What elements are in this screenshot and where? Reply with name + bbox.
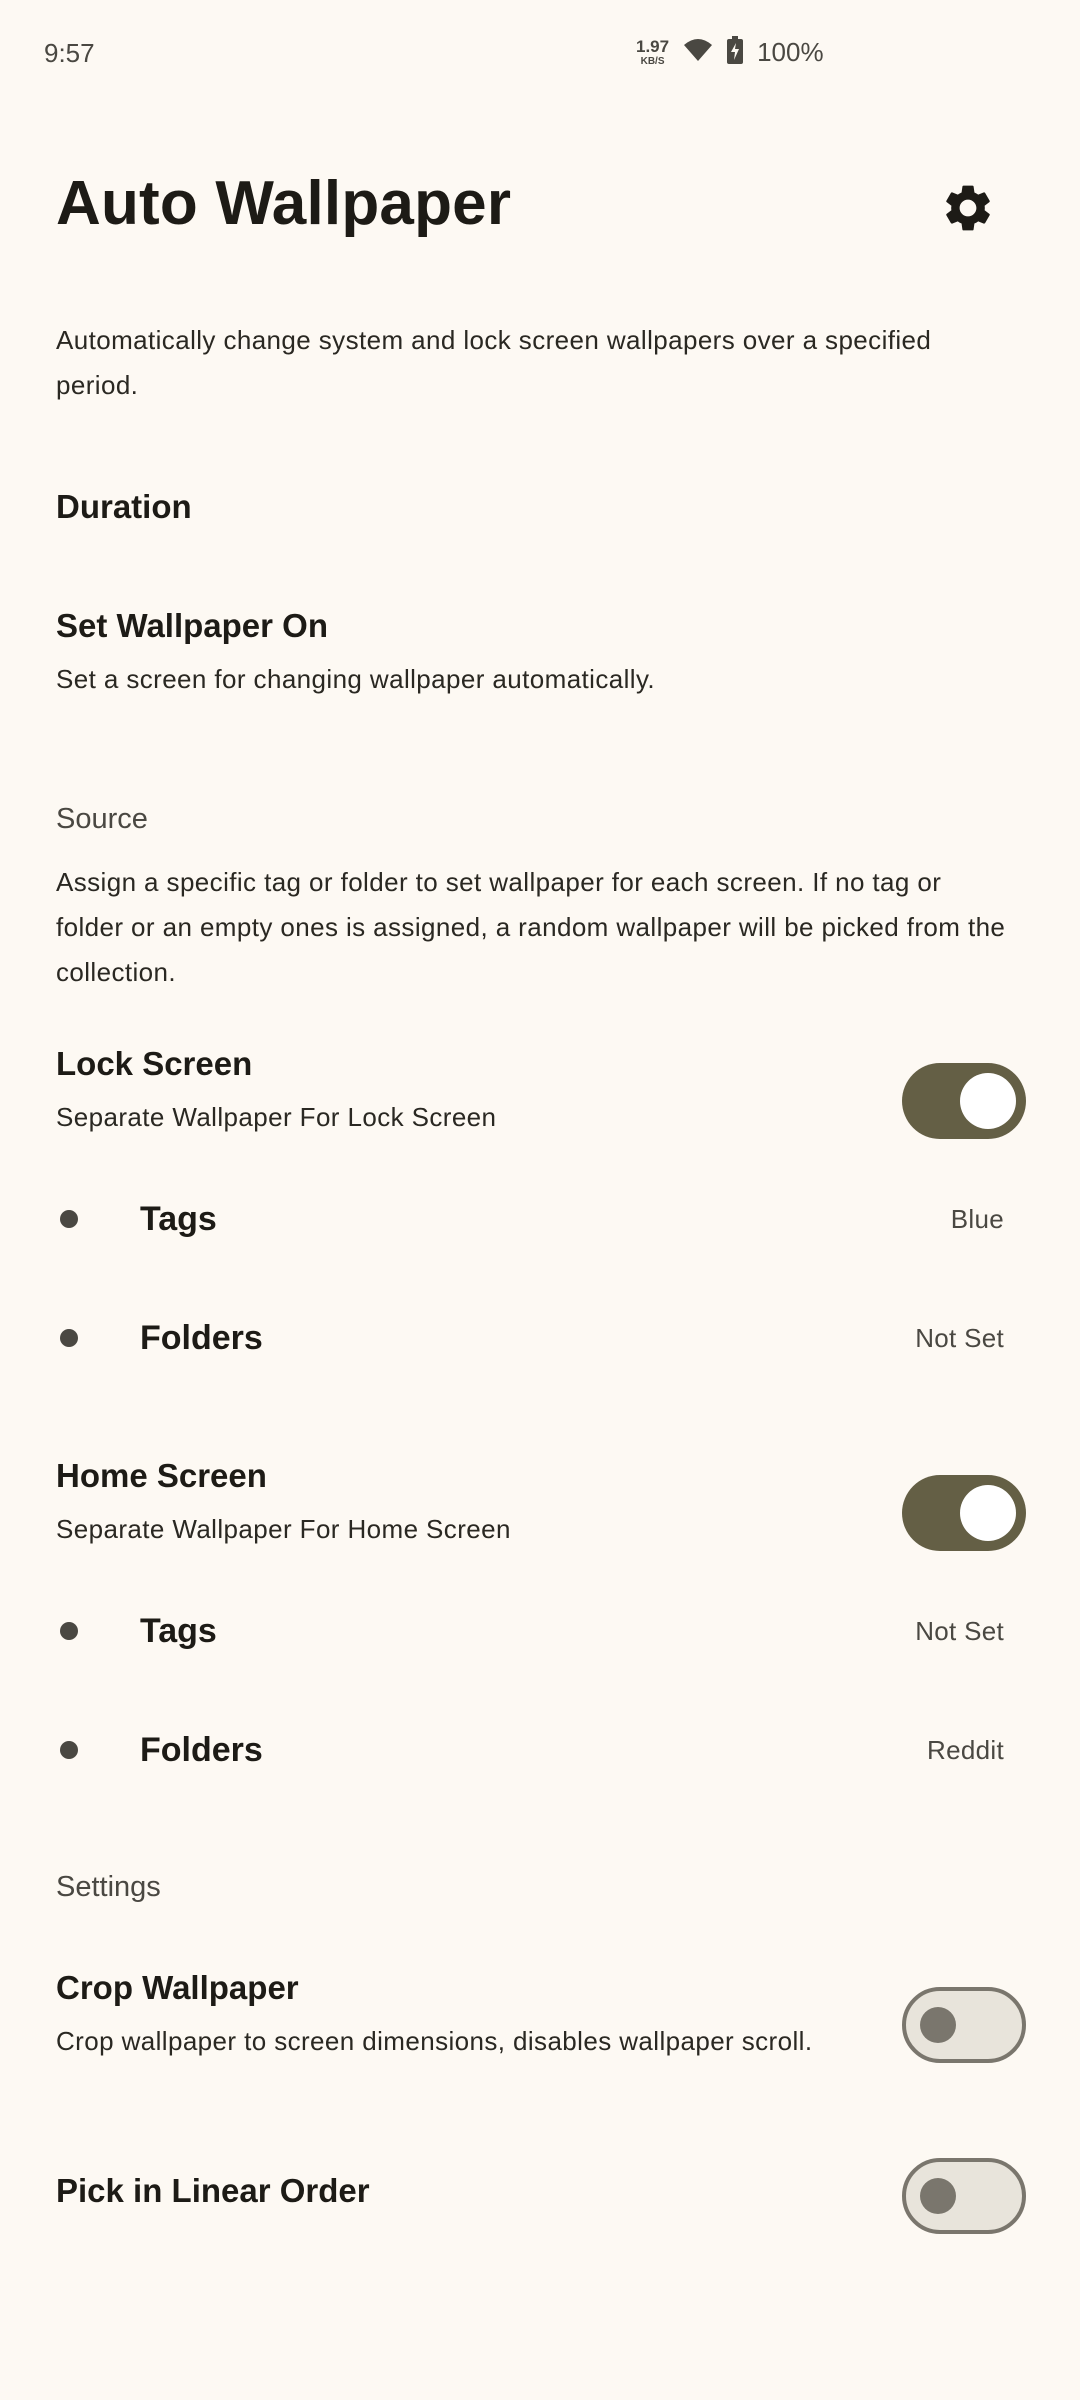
lock-screen-tags-value[interactable]: Blue (951, 1204, 1004, 1235)
source-section-header: Source (56, 803, 148, 835)
status-icons: 1.97 KB/S 100% (636, 36, 824, 69)
toggle-knob (920, 2178, 956, 2214)
network-speed: 1.97 KB/S (636, 38, 669, 67)
settings-section-header: Settings (56, 1871, 161, 1903)
source-description: Assign a specific tag or folder to set w… (56, 867, 1006, 987)
toggle-knob (960, 1485, 1016, 1541)
lock-screen-toggle[interactable] (902, 1063, 1026, 1139)
crop-wallpaper-toggle[interactable] (902, 1987, 1026, 2063)
crop-wallpaper-subtitle: Crop wallpaper to screen dimensions, dis… (56, 2026, 813, 2056)
lock-screen-tags-label[interactable]: Tags (140, 1200, 217, 1239)
lock-screen-folders-value[interactable]: Not Set (915, 1323, 1004, 1354)
duration-setting[interactable]: Duration (56, 488, 192, 526)
bullet-icon (60, 1329, 78, 1347)
linear-order-title: Pick in Linear Order (56, 2172, 370, 2209)
home-screen-folders-label[interactable]: Folders (140, 1731, 263, 1770)
crop-wallpaper-title: Crop Wallpaper (56, 1969, 299, 2006)
status-time: 9:57 (44, 38, 95, 68)
set-wallpaper-on-subtitle: Set a screen for changing wallpaper auto… (56, 664, 656, 694)
battery-percent: 100% (757, 37, 824, 67)
home-screen-toggle[interactable] (902, 1475, 1026, 1551)
home-screen-subtitle: Separate Wallpaper For Home Screen (56, 1514, 511, 1544)
network-speed-unit: KB/S (640, 56, 665, 67)
bullet-icon (60, 1210, 78, 1228)
home-screen-folders-value[interactable]: Reddit (927, 1735, 1004, 1766)
lock-screen-subtitle: Separate Wallpaper For Lock Screen (56, 1102, 497, 1132)
battery-charging-icon (727, 36, 744, 69)
home-screen-title: Home Screen (56, 1457, 267, 1494)
set-wallpaper-on-title[interactable]: Set Wallpaper On (56, 607, 328, 645)
bullet-icon (60, 1622, 78, 1640)
lock-screen-title: Lock Screen (56, 1045, 253, 1082)
bullet-icon (60, 1741, 78, 1759)
linear-order-toggle[interactable] (902, 2158, 1026, 2234)
page-description: Automatically change system and lock scr… (56, 325, 932, 400)
toggle-knob (960, 1073, 1016, 1129)
page-title: Auto Wallpaper (56, 169, 512, 238)
gear-icon[interactable] (940, 180, 996, 236)
home-screen-tags-value[interactable]: Not Set (915, 1616, 1004, 1647)
lock-screen-folders-label[interactable]: Folders (140, 1319, 263, 1358)
wifi-icon (683, 37, 713, 68)
network-speed-value: 1.97 (636, 37, 670, 56)
home-screen-tags-label[interactable]: Tags (140, 1612, 217, 1651)
toggle-knob (920, 2007, 956, 2043)
